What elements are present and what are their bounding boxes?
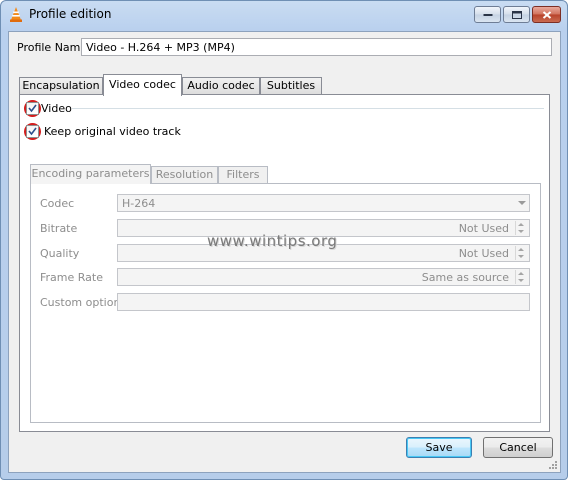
subtab-resolution[interactable]: Resolution [151,166,218,183]
video-checkbox[interactable] [26,102,39,115]
codec-label: Codec [40,197,75,210]
frame-rate-value: Same as source [421,271,509,284]
dialog-body: Profile Name Encapsulation Video codec A… [8,31,561,473]
vlc-cone-icon [10,7,22,22]
profile-edition-window: Profile edition Profile Name Encapsulati… [0,0,568,480]
video-group-separator [72,108,544,110]
subtab-filters[interactable]: Filters [218,166,268,183]
cancel-button[interactable]: Cancel [483,437,553,458]
spinner-arrows-icon[interactable] [515,246,528,260]
video-codec-panel: Video Keep original video track Encoding… [19,94,550,432]
encoding-parameters-panel: Codec H-264 Bitrate Not Used Quality Not… [30,183,541,423]
tab-audio-codec[interactable]: Audio codec [182,77,260,95]
title-bar[interactable]: Profile edition [1,1,567,29]
resize-grip-icon[interactable] [548,460,558,470]
quality-value: Not Used [458,247,509,260]
profile-name-label: Profile Name [17,41,88,54]
close-button[interactable] [532,6,561,23]
keep-original-label: Keep original video track [44,125,181,138]
keep-original-checkbox[interactable] [26,125,39,138]
frame-rate-label: Frame Rate [40,271,103,284]
codec-select[interactable]: H-264 [117,194,530,212]
minimize-button[interactable] [474,6,501,23]
close-icon [542,10,551,19]
frame-rate-spinbox[interactable]: Same as source [117,268,530,286]
save-button[interactable]: Save [406,437,472,458]
checkmark-icon [28,104,37,113]
bitrate-label: Bitrate [40,222,78,235]
chevron-down-icon [518,201,526,205]
codec-value: H-264 [122,197,156,210]
tab-encapsulation[interactable]: Encapsulation [19,77,103,95]
profile-name-input[interactable] [81,38,552,56]
maximize-button[interactable] [503,6,530,23]
tab-subtitles[interactable]: Subtitles [260,77,322,95]
spinner-arrows-icon[interactable] [515,270,528,284]
checkmark-icon [28,127,37,136]
custom-options-input[interactable] [117,293,530,311]
quality-label: Quality [40,247,80,260]
minimize-icon [483,13,492,16]
custom-options-label: Custom options [40,296,127,309]
window-title: Profile edition [29,7,112,21]
spinner-arrows-icon[interactable] [515,221,528,235]
watermark-text: www.wintips.org [207,232,338,250]
tab-video-codec[interactable]: Video codec [103,74,182,96]
bitrate-value: Not Used [458,222,509,235]
subtab-encoding-parameters[interactable]: Encoding parameters [30,164,151,184]
maximize-icon [511,10,522,19]
video-checkbox-label: Video [41,102,72,115]
